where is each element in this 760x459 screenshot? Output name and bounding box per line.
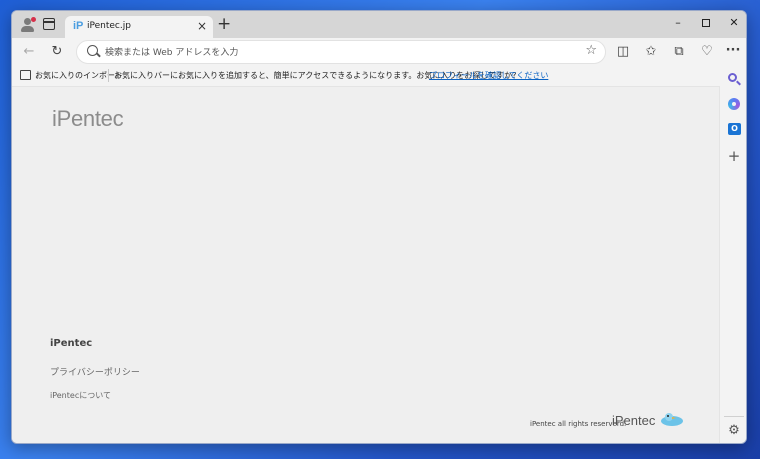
more-icon[interactable]: ··· [724, 43, 742, 59]
divider [108, 69, 109, 82]
tab-title: iPentec.jp [87, 21, 131, 31]
favorites-bar: お気に入りのインポート お気に入りバーにお気に入りを追加すると、簡単にアクセスで… [12, 66, 718, 86]
page-content: iPentec iPentec プライバシーポリシー iPentecについて i… [12, 86, 720, 443]
import-favorites-link[interactable]: お気に入りのインポート [35, 70, 123, 81]
about-link[interactable]: iPentecについて [50, 390, 111, 401]
heart-pulse-icon[interactable]: ♡ [698, 44, 716, 60]
mascot-icon [661, 413, 683, 426]
title-bar: iP iPentec.jp × + – ✕ [12, 11, 746, 39]
new-tab-icon[interactable]: + [217, 14, 231, 34]
add-sidebar-app-icon[interactable]: + [727, 149, 741, 164]
close-tab-icon[interactable]: × [197, 19, 207, 33]
address-input[interactable] [105, 44, 565, 61]
tab-ipentec[interactable]: iP iPentec.jp × [65, 16, 213, 39]
footer-logo: iPentec [612, 413, 656, 428]
maximize-button[interactable] [695, 15, 717, 32]
profile-icon[interactable] [20, 17, 36, 33]
close-window-button[interactable]: ✕ [723, 15, 745, 31]
import-favorites-icon[interactable] [20, 70, 31, 80]
privacy-policy-link[interactable]: プライバシーポリシー [50, 365, 140, 378]
reload-icon[interactable]: ↻ [48, 44, 66, 60]
search-icon [87, 45, 98, 56]
collections-icon[interactable]: ⧉ [670, 44, 688, 60]
star-icon[interactable]: ☆ [585, 43, 597, 58]
sidebar: O + ⚙ [720, 66, 746, 443]
copilot-icon[interactable] [727, 97, 741, 111]
toolbar: ← ↻ ☆ ◫ ✩ ⧉ ♡ ··· [12, 38, 746, 66]
outlook-icon[interactable]: O [727, 122, 741, 136]
minimize-button[interactable]: – [667, 15, 689, 31]
ipentec-favicon-icon: iP [73, 20, 84, 32]
address-bar[interactable]: ☆ [76, 40, 606, 64]
favorites-icon[interactable]: ✩ [642, 44, 660, 60]
split-screen-icon[interactable]: ◫ [614, 44, 632, 60]
site-logo[interactable]: iPentec [52, 106, 124, 132]
sidebar-divider [724, 416, 744, 417]
back-arrow-icon[interactable]: ← [20, 44, 38, 60]
check-profile-link[interactable]: プロフィールを確認してください [429, 70, 548, 81]
tab-actions-icon[interactable] [43, 18, 55, 30]
footer-title: iPentec [50, 338, 93, 349]
sidebar-search-icon[interactable] [727, 72, 741, 86]
gear-icon[interactable]: ⚙ [727, 424, 741, 438]
browser-window: iP iPentec.jp × + – ✕ ← ↻ ☆ ◫ ✩ ⧉ ♡ ··· … [11, 10, 747, 444]
